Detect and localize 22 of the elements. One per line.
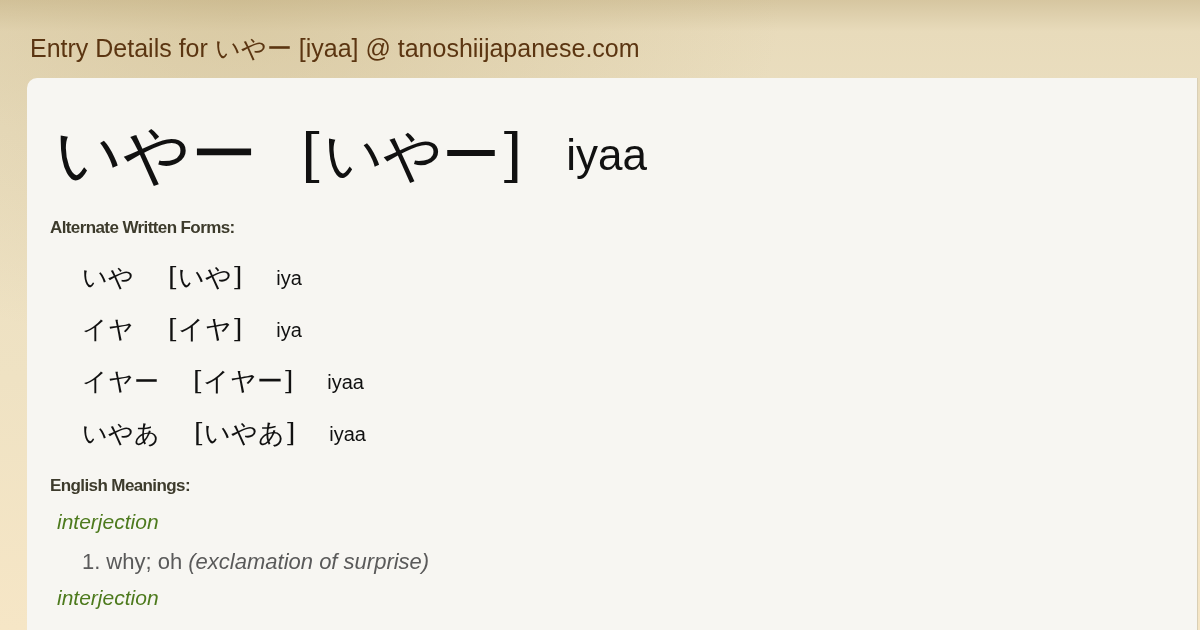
section-heading: English Meanings: xyxy=(50,475,190,497)
reading-text: [いやあ] xyxy=(194,419,296,449)
reading-text: [いやー] xyxy=(301,121,523,189)
romaji-text: iyaa xyxy=(329,422,366,446)
reading-text: [イヤ] xyxy=(168,315,243,345)
alternate-form-text: いやあ xyxy=(82,419,160,449)
alternate-form-text: イヤー xyxy=(82,367,159,397)
reading-text: [いや] xyxy=(168,263,243,293)
romaji-text: iyaa xyxy=(327,370,364,394)
meaning-text: why; oh (exclamation of surprise) xyxy=(106,548,430,576)
page-title: Entry Details for いやー [iyaa] @ tanoshiijapanese.com xyxy=(30,33,640,64)
romaji-text: iya xyxy=(276,266,302,290)
section-heading: Alternate Written Forms: xyxy=(50,217,235,239)
reading-text: [イヤー] xyxy=(193,367,294,397)
sense-number: 1. xyxy=(82,548,101,576)
romaji-text: iyaa xyxy=(566,129,647,181)
alternate-form-text: いや xyxy=(82,263,134,293)
headword-text: いやー xyxy=(55,117,257,193)
part-of-speech-text: interjection xyxy=(57,585,159,611)
alternate-form-text: イヤ xyxy=(82,315,134,345)
romaji-text: iya xyxy=(276,318,302,342)
part-of-speech-text: interjection xyxy=(57,509,159,535)
